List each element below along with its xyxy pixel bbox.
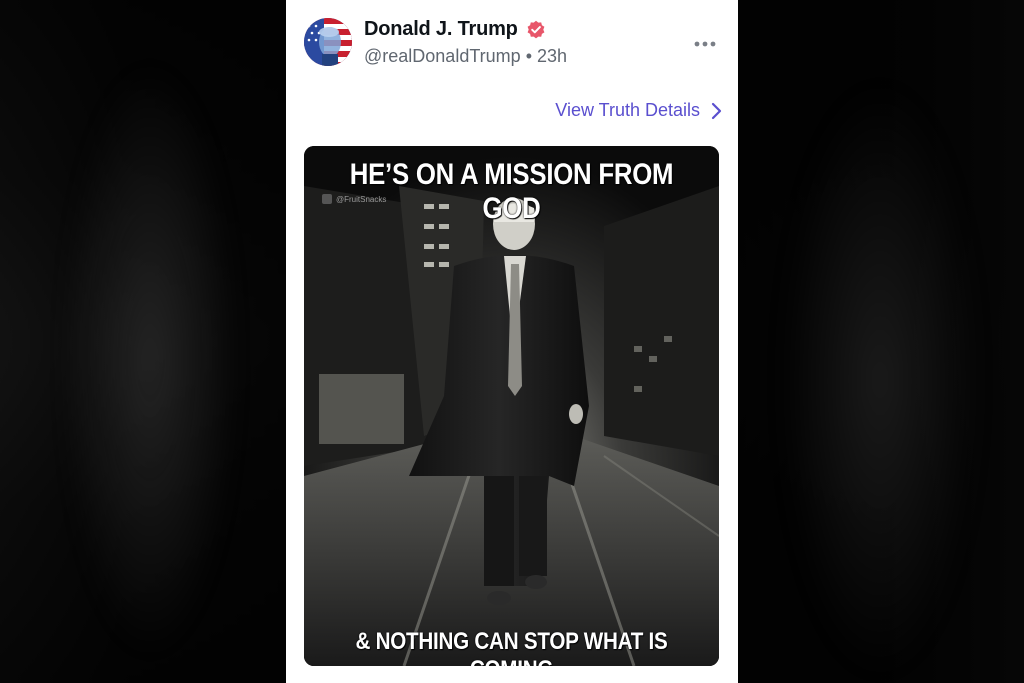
meta-separator: • <box>525 46 532 66</box>
more-options-button[interactable] <box>694 30 716 50</box>
more-horizontal-icon <box>694 41 716 47</box>
author-meta: @realDonaldTrump • 23h <box>364 46 567 67</box>
watermark-logo-icon <box>322 194 332 204</box>
avatar-image <box>304 18 352 66</box>
author-name[interactable]: Donald J. Trump <box>364 18 518 41</box>
meme-caption-top: HE’S ON A MISSION FROM GOD <box>349 158 674 225</box>
view-truth-details-label: View Truth Details <box>555 100 700 120</box>
author-avatar[interactable] <box>304 18 352 66</box>
post-card: Donald J. Trump @realDonaldTrump • 23h V… <box>286 0 738 683</box>
background-shape-right <box>780 80 980 680</box>
background-shape-left <box>60 60 240 660</box>
author-handle[interactable]: @realDonaldTrump <box>364 46 521 66</box>
verified-badge-icon <box>527 20 545 38</box>
meme-caption-bottom: & NOTHING CAN STOP WHAT IS COMING <box>355 628 668 666</box>
post-media-image[interactable]: @FruitSnacks HE’S ON A MISSION FROM GOD … <box>304 146 719 666</box>
post-timestamp[interactable]: 23h <box>537 46 567 66</box>
chevron-right-icon <box>711 102 722 119</box>
author-name-row: Donald J. Trump <box>364 18 546 41</box>
view-truth-details-link[interactable]: View Truth Details <box>555 100 722 121</box>
